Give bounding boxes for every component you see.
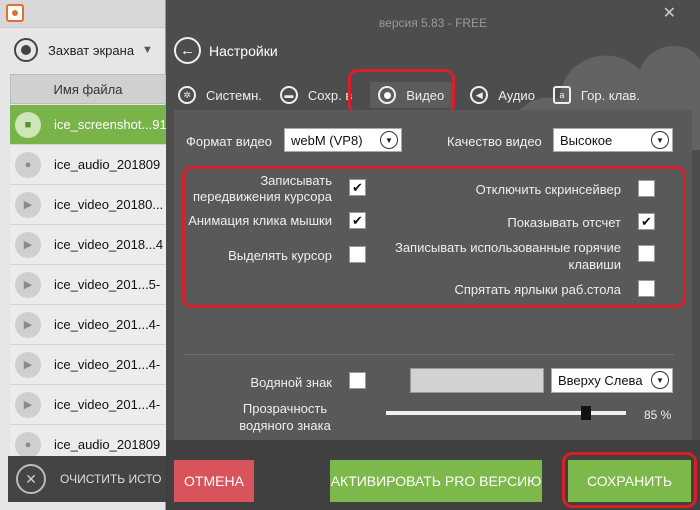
back-button[interactable]: ← xyxy=(174,37,201,64)
camera-icon: ■ xyxy=(15,111,41,138)
record-cursor-checkbox[interactable]: ✔ xyxy=(349,179,366,196)
gear-icon: ✲ xyxy=(178,86,196,104)
folder-icon: ▬ xyxy=(279,86,298,104)
close-icon[interactable]: ✕ xyxy=(663,3,676,23)
watermark-checkbox[interactable] xyxy=(349,372,366,389)
cancel-button[interactable]: ОТМЕНА xyxy=(174,460,254,502)
chevron-down-icon: ▼ xyxy=(651,371,669,389)
highlight-cursor-checkbox[interactable] xyxy=(349,246,366,263)
file-list-item[interactable]: ▶ ice_video_201...4- xyxy=(10,345,166,385)
tab-system[interactable]: ✲ Системн. xyxy=(178,86,262,104)
play-icon: ▶ xyxy=(15,351,41,378)
disable-screensaver-checkbox[interactable] xyxy=(638,180,655,197)
highlight-video-tab xyxy=(348,69,455,115)
watermark-position-select[interactable]: Вверху Слева ▼ xyxy=(551,368,673,393)
chevron-down-icon: ▼ xyxy=(651,131,669,149)
file-list-item[interactable]: ▶ ice_video_201...4- xyxy=(10,305,166,345)
play-icon: ▶ xyxy=(15,271,41,298)
watermark-label: Водяной знак xyxy=(250,375,332,390)
opacity-slider-thumb[interactable] xyxy=(581,406,591,420)
file-list-item[interactable]: ▶ ice_video_201...5- xyxy=(10,265,166,305)
clear-history-button[interactable]: ✕ ОЧИСТИТЬ ИСТО xyxy=(8,456,166,502)
click-animation-label: Анимация клика мышки xyxy=(188,213,332,228)
capture-mode-selector[interactable]: Захват экрана ▼ xyxy=(0,30,166,70)
activate-pro-button[interactable]: АКТИВИРОВАТЬ PRO ВЕРСИЮ xyxy=(330,460,542,502)
file-list-item[interactable]: ▶ ice_video_201...4- xyxy=(10,385,166,425)
disable-screensaver-label: Отключить скринсейвер xyxy=(475,182,621,197)
hide-desktop-icons-label: Спрятать ярлыки раб.стола xyxy=(454,282,621,297)
divider xyxy=(184,354,674,355)
page-title: Настройки xyxy=(209,43,278,59)
main-window-titlebar xyxy=(0,0,165,28)
play-icon: ▶ xyxy=(15,311,41,338)
file-list-item[interactable]: ▶ ice_video_2018...4 xyxy=(10,225,166,265)
tab-save-to[interactable]: ▬ Сохр. в xyxy=(279,86,352,104)
video-quality-label: Качество видео xyxy=(447,134,542,149)
record-cursor-label: Записывать передвижения курсора xyxy=(193,173,332,204)
record-icon xyxy=(14,38,38,62)
settings-dialog: версия 5.83 - FREE ✕ ← Настройки ✲ Систе… xyxy=(166,0,700,510)
file-list: ■ ice_screenshot...91 ● ice_audio_201809… xyxy=(10,105,166,465)
show-countdown-checkbox[interactable]: ✔ xyxy=(638,213,655,230)
close-icon: ✕ xyxy=(16,464,46,494)
highlight-cursor-label: Выделять курсор xyxy=(228,248,332,263)
show-countdown-label: Показывать отсчет xyxy=(507,215,621,230)
file-list-item[interactable]: ● ice_audio_201809 xyxy=(10,145,166,185)
app-logo-icon xyxy=(6,4,24,22)
main-window-panel: Захват экрана ▼ Имя файла ■ ice_screensh… xyxy=(0,0,166,510)
keyboard-icon: a xyxy=(552,86,571,104)
speaker-icon: ◀ xyxy=(470,86,489,104)
watermark-file-input[interactable] xyxy=(410,368,544,393)
chevron-down-icon: ▼ xyxy=(142,44,153,56)
version-label: версия 5.83 - FREE xyxy=(378,16,488,30)
file-name-column-header[interactable]: Имя файла xyxy=(10,74,166,104)
file-list-item[interactable]: ▶ ice_video_20180... xyxy=(10,185,166,225)
play-icon: ▶ xyxy=(15,231,41,258)
video-format-select[interactable]: webM (VP8) ▼ xyxy=(284,128,402,152)
opacity-label: Прозрачность водяного знака xyxy=(239,401,331,433)
opacity-value: 85 % xyxy=(644,408,672,422)
video-format-label: Формат видео xyxy=(186,134,273,149)
file-list-item[interactable]: ■ ice_screenshot...91 xyxy=(10,105,166,145)
arrow-left-icon: ← xyxy=(180,42,195,59)
record-hotkeys-label: Записывать использованные горячие клавиш… xyxy=(394,240,621,272)
chevron-down-icon: ▼ xyxy=(380,131,398,149)
microphone-icon: ● xyxy=(15,431,41,458)
highlight-save-button xyxy=(562,452,697,508)
play-icon: ▶ xyxy=(15,191,41,218)
clear-history-label: ОЧИСТИТЬ ИСТО xyxy=(60,472,162,486)
tab-audio[interactable]: ◀ Аудио xyxy=(470,86,535,104)
video-quality-select[interactable]: Высокое ▼ xyxy=(553,128,673,152)
play-icon: ▶ xyxy=(15,391,41,418)
tab-hotkeys[interactable]: a Гор. клав. xyxy=(552,86,640,104)
hide-desktop-icons-checkbox[interactable] xyxy=(638,280,655,297)
microphone-icon: ● xyxy=(15,151,41,178)
record-hotkeys-checkbox[interactable] xyxy=(638,245,655,262)
click-animation-checkbox[interactable]: ✔ xyxy=(349,212,366,229)
capture-mode-label: Захват экрана xyxy=(48,42,135,58)
